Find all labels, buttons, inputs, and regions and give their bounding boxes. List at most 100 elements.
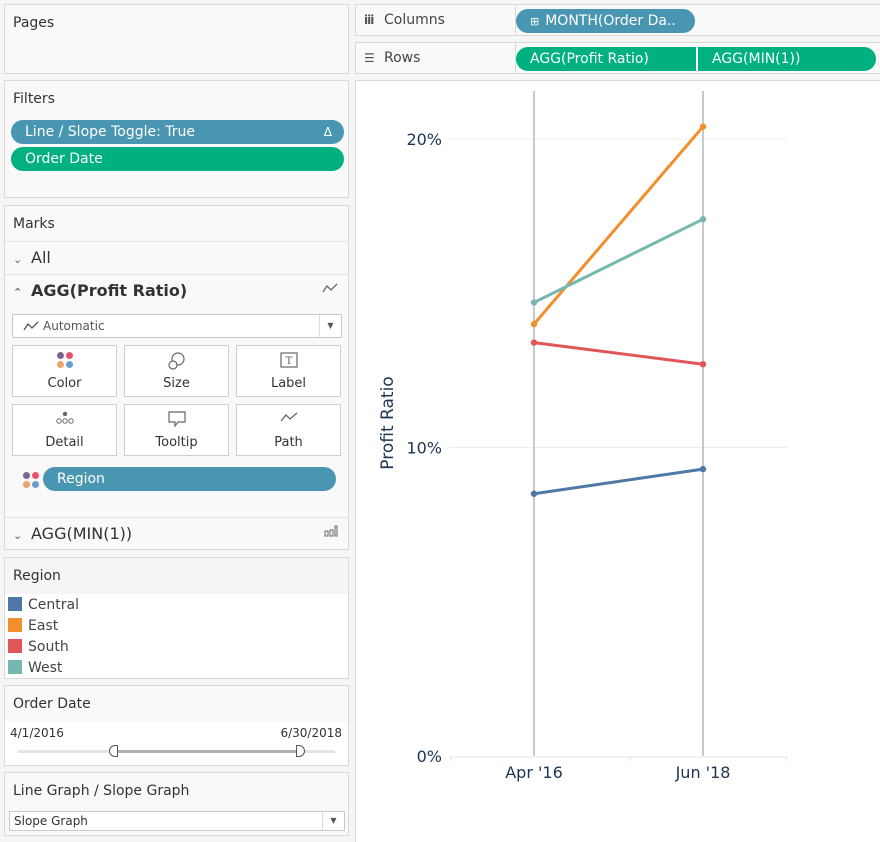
y-tick-label: 0% [417, 747, 442, 766]
legend-item-east[interactable]: East [5, 616, 348, 637]
color-icon [13, 346, 116, 370]
series-line [532, 217, 705, 305]
legend-label: Central [28, 597, 79, 613]
rows-pill-profit-ratio[interactable]: AGG(Profit Ratio) [516, 47, 696, 71]
data-point [699, 465, 707, 473]
detail-button[interactable]: Detail [12, 404, 117, 456]
expand-icon: ⊞ [530, 15, 540, 28]
x-tick-label: Jun '18 [675, 763, 731, 782]
columns-shelf-label: iii Columns [356, 5, 516, 35]
filter-pill-label: Order Date [25, 151, 103, 167]
y-tick-label: 10% [406, 439, 442, 458]
graph-type-value: Slope Graph [14, 814, 88, 828]
rows-shelf[interactable]: ☰ Rows AGG(Profit Ratio) AGG(MIN(1)) [355, 42, 880, 74]
legend-label: East [28, 618, 59, 634]
rows-pill-label: AGG(Profit Ratio) [530, 51, 649, 67]
legend-item-south[interactable]: South [5, 637, 348, 658]
region-legend: Region Central East South West [4, 557, 349, 679]
color-button[interactable]: Color [12, 345, 117, 397]
path-button[interactable]: Path [236, 404, 341, 456]
data-point [530, 490, 538, 497]
columns-shelf[interactable]: iii Columns ⊞ MONTH(Order Da.. [355, 4, 880, 36]
rows-label-text: Rows [384, 50, 421, 66]
marks-card: Marks ⌄ All ⌃ AGG(Profit Ratio) Automatic … [4, 205, 349, 550]
delta-icon: Δ [323, 125, 332, 139]
label-button[interactable]: T Label [236, 345, 341, 397]
date-range-fill [113, 750, 301, 753]
path-icon [237, 405, 340, 429]
legend-label: South [28, 639, 69, 655]
range-max-label: 6/30/2018 [280, 726, 342, 740]
series-line [532, 341, 705, 366]
date-range-slider[interactable] [18, 745, 335, 757]
chevron-down-icon: ⌄ [13, 253, 23, 266]
data-point [699, 216, 707, 223]
chevron-down-icon: ⌄ [13, 529, 23, 542]
filter-pill-label: Line / Slope Toggle: True [25, 124, 196, 140]
marks-all-row[interactable]: ⌄ All [5, 241, 348, 274]
graph-type-select[interactable]: Slope Graph ▼ [9, 811, 345, 831]
series-line [532, 125, 705, 326]
rows-shelf-label: ☰ Rows [356, 43, 516, 73]
data-point [530, 299, 538, 306]
region-pill-label: Region [57, 471, 105, 487]
mark-type-value: Automatic [43, 319, 105, 333]
rows-pill-label: AGG(MIN(1)) [712, 51, 801, 67]
marks-all-label: All [31, 248, 51, 267]
filters-card[interactable]: Filters Line / Slope Toggle: True Δ Orde… [4, 80, 349, 198]
line-mark-icon [23, 321, 39, 331]
color-encoding-icon [23, 472, 39, 492]
marks-min1-row[interactable]: ⌄ AGG(MIN(1)) [5, 517, 348, 550]
size-button[interactable]: Size [124, 345, 229, 397]
detail-label: Detail [45, 435, 84, 450]
filters-title: Filters [13, 91, 55, 107]
line-slope-parameter-card: Line Graph / Slope Graph Slope Graph ▼ [4, 772, 349, 836]
legend-title: Region [5, 558, 348, 594]
pages-title: Pages [13, 15, 55, 31]
legend-swatch [8, 618, 22, 632]
legend-swatch [8, 660, 22, 674]
marks-profit-ratio-row[interactable]: ⌃ AGG(Profit Ratio) [5, 274, 348, 307]
marks-secondary-label: AGG(MIN(1)) [31, 524, 133, 543]
order-date-title: Order Date [13, 696, 91, 712]
range-end-handle[interactable] [296, 745, 306, 757]
pages-card[interactable]: Pages [4, 4, 349, 74]
filter-pill-line-slope-toggle[interactable]: Line / Slope Toggle: True Δ [11, 120, 344, 144]
series-south [530, 339, 707, 368]
path-label: Path [274, 435, 303, 450]
tableau-workspace: Pages Filters Line / Slope Toggle: True … [0, 0, 880, 842]
x-tick-label: Apr '16 [505, 763, 563, 782]
svg-text:T: T [285, 356, 292, 367]
marks-title: Marks [13, 216, 55, 232]
range-start-handle[interactable] [109, 745, 119, 757]
order-date-filter-card: Order Date 4/1/2016 6/30/2018 [4, 685, 349, 766]
tooltip-button[interactable]: Tooltip [124, 404, 229, 456]
viz-area: 0% 10% 20% Apr '16 Jun '18 Profit Ratio [355, 80, 880, 842]
line-mark-icon [322, 275, 338, 307]
legend-label: West [28, 660, 63, 676]
slope-chart: 0% 10% 20% Apr '16 Jun '18 Profit Ratio [378, 91, 788, 782]
mark-type-dropdown[interactable]: Automatic ▼ [12, 314, 342, 338]
legend-item-central[interactable]: Central [5, 595, 348, 616]
columns-label-text: Columns [384, 12, 445, 28]
dropdown-arrow-icon: ▼ [322, 812, 344, 830]
parameter-title: Line Graph / Slope Graph [13, 783, 190, 799]
columns-pill-label: MONTH(Order Da.. [545, 13, 676, 29]
data-point [699, 361, 707, 368]
y-axis-title: Profit Ratio [378, 376, 398, 469]
range-min-label: 4/1/2016 [10, 726, 64, 740]
columns-icon: iii [364, 13, 374, 27]
size-icon [125, 346, 228, 370]
dropdown-arrow-icon: ▼ [319, 315, 341, 337]
filter-pill-order-date[interactable]: Order Date [11, 147, 344, 171]
legend-item-west[interactable]: West [5, 658, 348, 679]
chevron-up-icon: ⌃ [13, 286, 23, 299]
region-color-pill[interactable]: Region [43, 467, 336, 491]
y-tick-label: 20% [406, 130, 442, 149]
columns-pill-month-order-date[interactable]: ⊞ MONTH(Order Da.. [516, 9, 695, 33]
detail-icon [13, 405, 116, 429]
legend-swatch [8, 597, 22, 611]
label-icon: T [237, 346, 340, 370]
rows-pill-min1[interactable]: AGG(MIN(1)) [698, 47, 876, 71]
series-east [530, 123, 707, 328]
